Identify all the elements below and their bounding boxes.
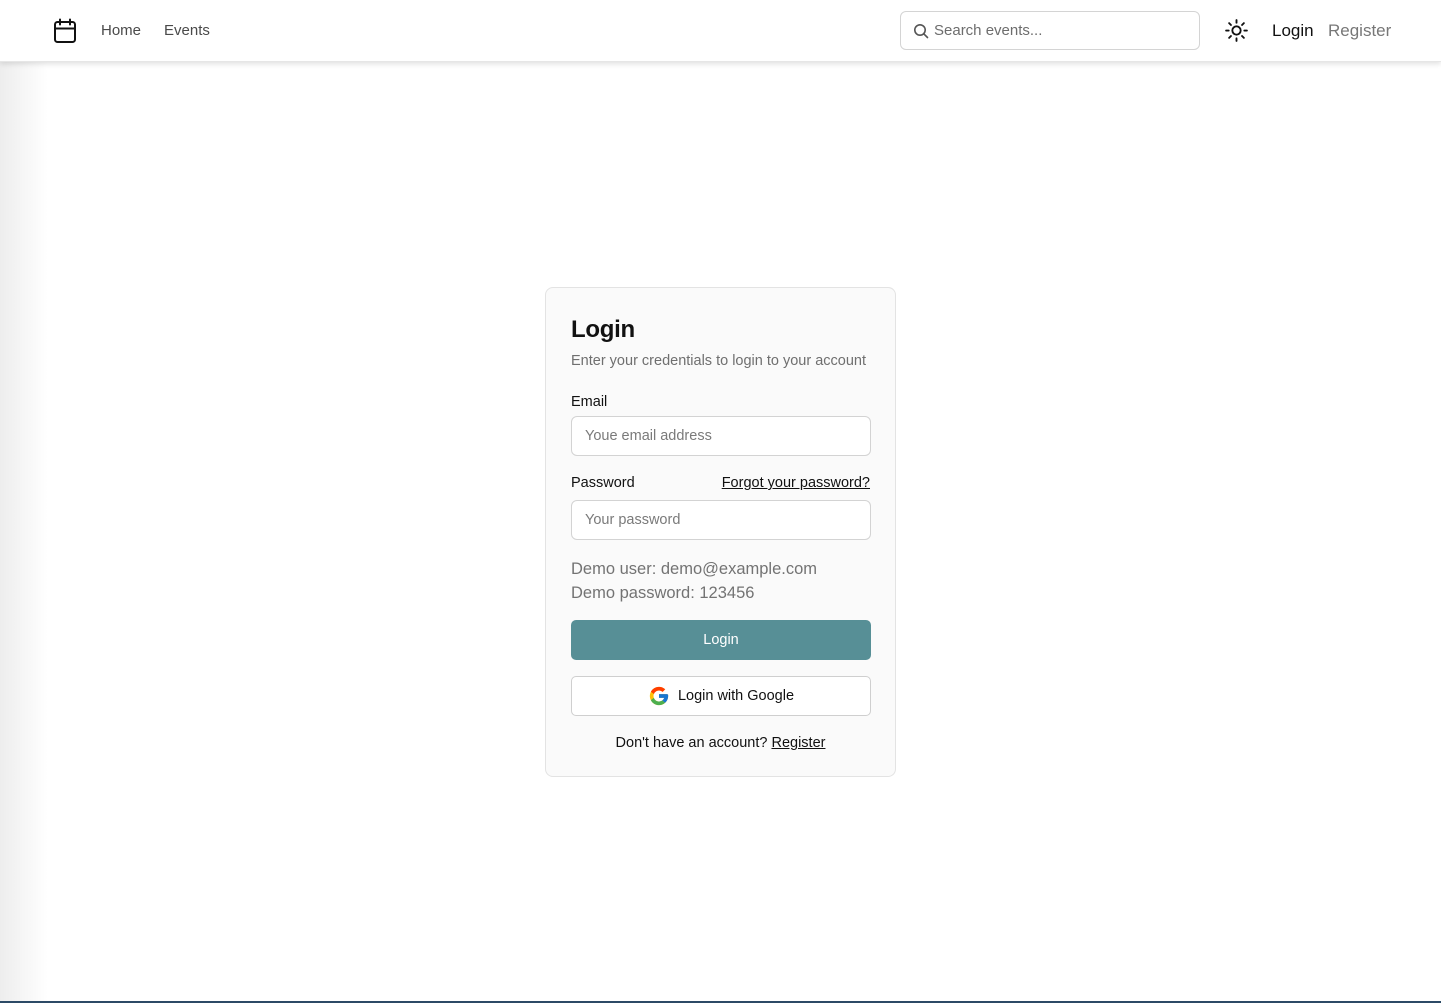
- search-icon: [914, 24, 929, 39]
- signup-prompt: Don't have an account? Register: [546, 734, 895, 752]
- demo-user-text: Demo user: demo@example.com: [571, 560, 818, 578]
- login-card: Login Enter your credentials to login to…: [545, 287, 896, 777]
- email-field[interactable]: [571, 416, 871, 456]
- password-label: Password: [571, 475, 635, 491]
- forgot-password-link[interactable]: Forgot your password?: [722, 474, 870, 492]
- signup-prompt-text: Don't have an account?: [615, 735, 768, 751]
- theme-toggle-button[interactable]: [1224, 18, 1249, 43]
- password-field[interactable]: [571, 500, 871, 540]
- login-button[interactable]: Login: [571, 620, 871, 660]
- google-button-label: Login with Google: [677, 688, 795, 704]
- nav-home-link[interactable]: Home: [101, 21, 141, 41]
- login-subtitle: Enter your credentials to login to your …: [571, 353, 866, 369]
- register-link[interactable]: Register: [771, 735, 825, 751]
- top-navbar: Home Events Login Register: [0, 0, 1441, 62]
- header-login-link[interactable]: Login: [1272, 20, 1314, 42]
- left-edge-shadow: [0, 62, 48, 1003]
- header-register-link[interactable]: Register: [1328, 20, 1391, 42]
- search-input[interactable]: [934, 12, 1194, 49]
- google-login-button[interactable]: Login with Google: [571, 676, 871, 716]
- search-box: [900, 11, 1200, 50]
- google-icon: [649, 686, 669, 706]
- nav-events-link[interactable]: Events: [164, 21, 210, 41]
- calendar-icon[interactable]: [53, 18, 77, 44]
- email-label: Email: [571, 394, 608, 410]
- sun-icon: [1225, 19, 1248, 42]
- demo-password-text: Demo password: 123456: [571, 584, 755, 602]
- login-title: Login: [571, 316, 635, 343]
